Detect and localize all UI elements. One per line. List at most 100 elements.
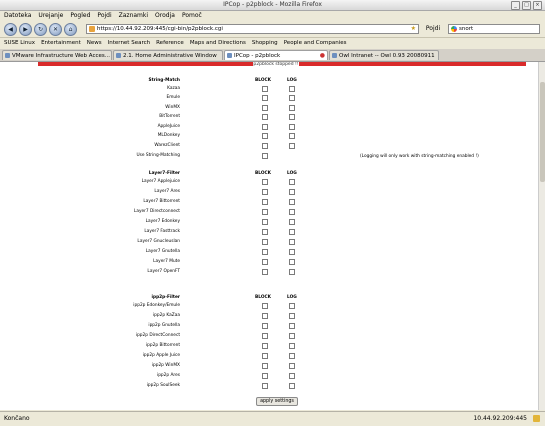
block-checkbox[interactable] <box>262 86 268 92</box>
col-log-header: LOG <box>287 295 297 300</box>
tab-vmware[interactable]: VMware Infrastructure Web Acces... <box>2 50 112 60</box>
log-checkbox[interactable] <box>289 189 295 195</box>
log-checkbox[interactable] <box>289 313 295 319</box>
lock-icon[interactable] <box>533 415 540 422</box>
menu-bookmarks[interactable]: Zaznamki <box>119 11 148 21</box>
block-checkbox[interactable] <box>262 313 268 319</box>
block-checkbox[interactable] <box>262 179 268 185</box>
bookmark-item[interactable]: People and Companies <box>284 38 347 49</box>
tab-home-admin[interactable]: 2.1. Home Administrative Window <box>113 50 223 60</box>
block-checkbox[interactable] <box>262 259 268 265</box>
block-checkbox[interactable] <box>262 269 268 275</box>
search-input[interactable]: snort <box>448 24 540 34</box>
block-checkbox[interactable] <box>262 124 268 130</box>
bookmark-item[interactable]: SUSE Linux <box>4 38 35 49</box>
home-icon[interactable]: ⌂ <box>64 23 77 36</box>
log-checkbox[interactable] <box>289 239 295 245</box>
log-checkbox[interactable] <box>289 353 295 359</box>
window-title: IPCop - p2pblock - Mozilla Firefox <box>223 1 322 8</box>
log-checkbox[interactable] <box>289 323 295 329</box>
log-checkbox[interactable] <box>289 373 295 379</box>
block-checkbox[interactable] <box>262 105 268 111</box>
menu-edit[interactable]: Urejanje <box>38 11 63 21</box>
layer7-label: Layer7 Gnucleuslan <box>137 239 180 244</box>
menu-help[interactable]: Pomoč <box>182 11 202 21</box>
minimize-button[interactable]: _ <box>511 1 520 10</box>
block-checkbox[interactable] <box>262 363 268 369</box>
log-checkbox[interactable] <box>289 86 295 92</box>
bookmark-item[interactable]: Reference <box>156 38 184 49</box>
apply-settings-button[interactable]: apply settings <box>256 397 298 406</box>
log-checkbox[interactable] <box>289 259 295 265</box>
log-checkbox[interactable] <box>289 363 295 369</box>
block-checkbox[interactable] <box>262 189 268 195</box>
layer7-label: Layer7 Edonkey <box>145 219 180 224</box>
block-checkbox[interactable] <box>262 249 268 255</box>
close-button[interactable]: × <box>533 1 542 10</box>
vertical-scrollbar[interactable] <box>538 62 545 410</box>
bookmark-item[interactable]: News <box>87 38 102 49</box>
bookmark-item[interactable]: Maps and Directions <box>190 38 246 49</box>
string-match-label: AppleJuice <box>157 124 180 129</box>
log-checkbox[interactable] <box>289 133 295 139</box>
block-checkbox[interactable] <box>262 353 268 359</box>
log-checkbox[interactable] <box>289 114 295 120</box>
menu-go[interactable]: Pojdi <box>97 11 111 21</box>
scrollbar-thumb[interactable] <box>540 82 545 182</box>
log-checkbox[interactable] <box>289 143 295 149</box>
bookmark-item[interactable]: Entertainment <box>41 38 81 49</box>
stop-icon[interactable]: ✕ <box>49 23 62 36</box>
tab-bar: VMware Infrastructure Web Acces... 2.1. … <box>0 49 545 62</box>
block-checkbox[interactable] <box>262 303 268 309</box>
bookmark-star-icon[interactable]: ★ <box>411 25 416 33</box>
block-checkbox[interactable] <box>262 133 268 139</box>
forward-icon[interactable]: ▶ <box>19 23 32 36</box>
bookmark-item[interactable]: Shopping <box>252 38 278 49</box>
ipp2p-label: ipp2p Bittorrent <box>145 343 180 348</box>
reload-icon[interactable]: ↻ <box>34 23 47 36</box>
block-checkbox[interactable] <box>262 95 268 101</box>
log-checkbox[interactable] <box>289 219 295 225</box>
log-checkbox[interactable] <box>289 229 295 235</box>
log-checkbox[interactable] <box>289 343 295 349</box>
menu-file[interactable]: Datoteka <box>4 11 31 21</box>
block-checkbox[interactable] <box>262 343 268 349</box>
maximize-button[interactable]: □ <box>522 1 531 10</box>
block-checkbox[interactable] <box>262 143 268 149</box>
block-checkbox[interactable] <box>262 239 268 245</box>
log-checkbox[interactable] <box>289 269 295 275</box>
log-checkbox[interactable] <box>289 179 295 185</box>
layer7-label: Layer7 Directconnect <box>133 209 180 214</box>
log-checkbox[interactable] <box>289 383 295 389</box>
log-checkbox[interactable] <box>289 124 295 130</box>
tab-owl[interactable]: Owl Intranet -- Owl 0.93 20080911 <box>329 50 439 60</box>
block-checkbox[interactable] <box>262 199 268 205</box>
bookmark-item[interactable]: Internet Search <box>108 38 150 49</box>
log-checkbox[interactable] <box>289 209 295 215</box>
back-icon[interactable]: ◀ <box>4 23 17 36</box>
menu-tools[interactable]: Orodja <box>155 11 175 21</box>
log-checkbox[interactable] <box>289 303 295 309</box>
log-checkbox[interactable] <box>289 249 295 255</box>
block-checkbox[interactable] <box>262 114 268 120</box>
use-string-matching-checkbox[interactable] <box>262 153 268 159</box>
close-tab-icon[interactable]: ● <box>320 51 325 60</box>
block-checkbox[interactable] <box>262 383 268 389</box>
block-checkbox[interactable] <box>262 373 268 379</box>
block-checkbox[interactable] <box>262 333 268 339</box>
block-checkbox[interactable] <box>262 323 268 329</box>
log-checkbox[interactable] <box>289 105 295 111</box>
tab-ipcop[interactable]: IPCop - p2pblock ● <box>224 50 328 60</box>
log-checkbox[interactable] <box>289 333 295 339</box>
url-bar[interactable]: https://10.44.92.209:445/cgi-bin/p2pbloc… <box>86 24 419 34</box>
log-checkbox[interactable] <box>289 95 295 101</box>
block-checkbox[interactable] <box>262 219 268 225</box>
site-favicon <box>89 26 95 32</box>
menu-view[interactable]: Pogled <box>70 11 90 21</box>
block-checkbox[interactable] <box>262 229 268 235</box>
log-checkbox[interactable] <box>289 199 295 205</box>
status-bar: Končano 10.44.92.209:445 <box>0 411 545 426</box>
status-text: Končano <box>4 415 30 422</box>
go-button[interactable]: Pojdi <box>422 23 444 34</box>
block-checkbox[interactable] <box>262 209 268 215</box>
